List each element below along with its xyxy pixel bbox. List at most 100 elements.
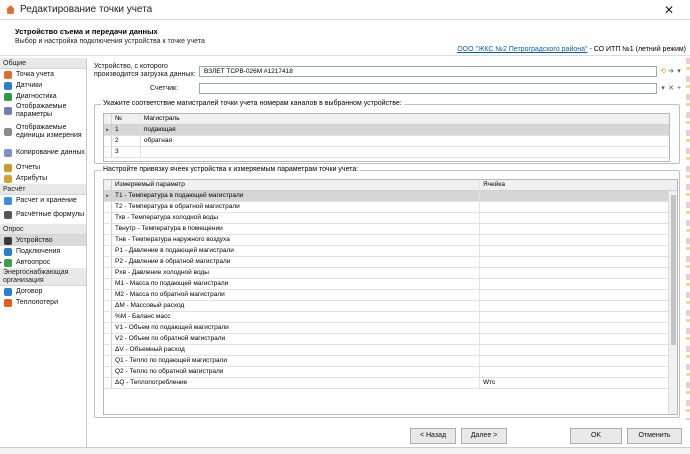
table-cell[interactable] [480,235,670,245]
table-row[interactable]: Тнв - Температура наружного воздуха [104,235,677,246]
table-row[interactable]: 2 обратная [104,136,669,147]
table-row[interactable]: ΔM - Массовый расход [104,301,677,312]
ok-button[interactable]: OK [570,428,622,444]
table-cell[interactable]: ΔV - Объемный расход [112,345,480,355]
sidebar-item[interactable]: Атрибуты [0,173,86,184]
table-row[interactable]: ▸ 1 подающая [104,125,669,136]
table-row[interactable]: Q2 - Тепло по обратной магистрали [104,367,677,378]
table-cell[interactable]: M2 - Масса по обратной магистрали [112,290,480,300]
table-cell[interactable]: V1 - Объем по подающей магистрали [112,323,480,333]
counter-select[interactable] [199,83,657,94]
close-icon[interactable]: ✕ [662,3,676,17]
column-header[interactable]: Измеряемый параметр [112,180,480,190]
column-header[interactable]: Магистраль [141,114,669,124]
table-row[interactable]: P2 - Давление в обратной магистрали [104,257,677,268]
table-cell[interactable] [480,290,670,300]
table-cell[interactable] [480,345,670,355]
device-select[interactable]: ВЗЛЕТ ТСРВ-026М #1217418 [199,66,657,77]
cancel-button[interactable]: Отменить [627,428,682,444]
column-header[interactable]: Ячейка [480,180,670,190]
sidebar-group-header: Опрос [0,224,86,235]
table-cell[interactable] [480,356,670,366]
table-row[interactable]: Твнутр - Температура в помещении [104,224,677,235]
table-row[interactable]: Тхв - Температура холодной воды [104,213,677,224]
sidebar-item[interactable]: Устройство [0,235,86,246]
table-row[interactable]: Q1 - Тепло по подающей магистрали [104,356,677,367]
table-cell[interactable] [480,312,670,322]
table-cell[interactable]: Тнв - Температура наружного воздуха [112,235,480,245]
sidebar-item[interactable]: Договор [0,286,86,297]
sidebar-item[interactable]: Копирование данных [0,144,86,162]
table-cell[interactable]: P1 - Давление в подающей магистрали [112,246,480,256]
table-row[interactable]: V1 - Объем по подающей магистрали [104,323,677,334]
table-row[interactable]: %M - Баланс масс [104,312,677,323]
table-cell[interactable]: M1 - Масса по подающей магистрали [112,279,480,289]
table-cell[interactable]: Q1 - Тепло по подающей магистрали [112,356,480,366]
table-cell[interactable] [480,191,670,201]
sidebar-item[interactable]: Точка учета [0,69,86,80]
sidebar-item[interactable]: Датчики [0,80,86,91]
table-cell[interactable]: 1 [112,125,141,135]
sidebar-item[interactable]: Диагностика [0,91,86,102]
dropdown-icon[interactable]: ▾ [659,84,667,93]
table-cell[interactable]: обратная [141,136,669,146]
table-cell[interactable]: T1 - Температура в подающей магистрали [112,191,480,201]
table-cell[interactable]: Q2 - Тепло по обратной магистрали [112,367,480,377]
table-cell[interactable]: Wтс [480,378,670,388]
table-row[interactable]: Рхв - Давление холодной воды [104,268,677,279]
back-button[interactable]: < Назад [410,428,456,444]
table-cell[interactable]: Тхв - Температура холодной воды [112,213,480,223]
table-cell[interactable] [480,246,670,256]
table-cell[interactable] [480,279,670,289]
table-row[interactable]: 3 [104,147,669,158]
table-cell[interactable]: подающая [141,125,669,135]
table-row[interactable]: ΔV - Объемный расход [104,345,677,356]
table-cell[interactable]: 2 [112,136,141,146]
table-cell[interactable]: P2 - Давление в обратной магистрали [112,257,480,267]
clear-icon[interactable]: ✕ [667,84,675,93]
table-cell[interactable] [480,301,670,311]
table-row[interactable]: ▸ T1 - Температура в подающей магистрали [104,191,677,202]
table-row[interactable]: P1 - Давление в подающей магистрали [104,246,677,257]
column-header[interactable]: № [112,114,141,124]
table-cell[interactable]: Твнутр - Температура в помещении [112,224,480,234]
scrollbar-thumb[interactable] [671,195,676,345]
table-cell[interactable]: Рхв - Давление холодной воды [112,268,480,278]
table-cell[interactable] [141,147,669,157]
next-button[interactable]: Далее > [461,428,507,444]
table-cell[interactable] [480,213,670,223]
table-cell[interactable]: ΔQ - Теплопотребление [112,378,480,388]
sidebar-item[interactable]: Отображаемые единицы измерения [0,120,86,144]
table-cell[interactable] [480,323,670,333]
vertical-scrollbar[interactable] [668,191,677,414]
table-cell[interactable] [480,202,670,212]
sidebar-item[interactable]: Подключения [0,246,86,257]
table-cell[interactable]: V2 - Объем по обратной магистрали [112,334,480,344]
org-link[interactable]: ООО "ЖКС №2 Петроградского района" [457,46,587,53]
refresh-icon[interactable]: ⟲ [659,67,667,76]
table-row[interactable]: T2 - Температура в обратной магистрали [104,202,677,213]
go-icon[interactable]: ➜ [667,67,675,76]
sidebar-item[interactable]: Расчётные формулы [0,206,86,224]
table-cell[interactable]: T2 - Температура в обратной магистрали [112,202,480,212]
table-cell[interactable]: 3 [112,147,141,157]
table-cell[interactable]: ΔM - Массовый расход [112,301,480,311]
table-cell[interactable] [480,334,670,344]
expand-arrow-icon[interactable]: ▸ [0,259,2,267]
table-cell[interactable] [480,257,670,267]
table-row[interactable]: ΔQ - Теплопотребление Wтс [104,378,677,389]
table-row[interactable]: M1 - Масса по подающей магистрали [104,279,677,290]
dropdown-icon[interactable]: ▾ [675,67,683,76]
table-cell[interactable] [480,268,670,278]
table-row[interactable]: V2 - Объем по обратной магистрали [104,334,677,345]
table-cell[interactable] [480,224,670,234]
sidebar-item[interactable]: ▸ Автоопрос [0,257,86,268]
sidebar-item[interactable]: Расчет и хранение [0,195,86,206]
sidebar-item[interactable]: Отчеты [0,162,86,173]
table-cell[interactable]: %M - Баланс масс [112,312,480,322]
table-cell[interactable] [480,367,670,377]
sidebar-item[interactable]: Отображаемые параметры [0,102,86,120]
sidebar-item[interactable]: Теплопотери [0,297,86,308]
add-icon[interactable]: + [675,84,683,93]
table-row[interactable]: M2 - Масса по обратной магистрали [104,290,677,301]
